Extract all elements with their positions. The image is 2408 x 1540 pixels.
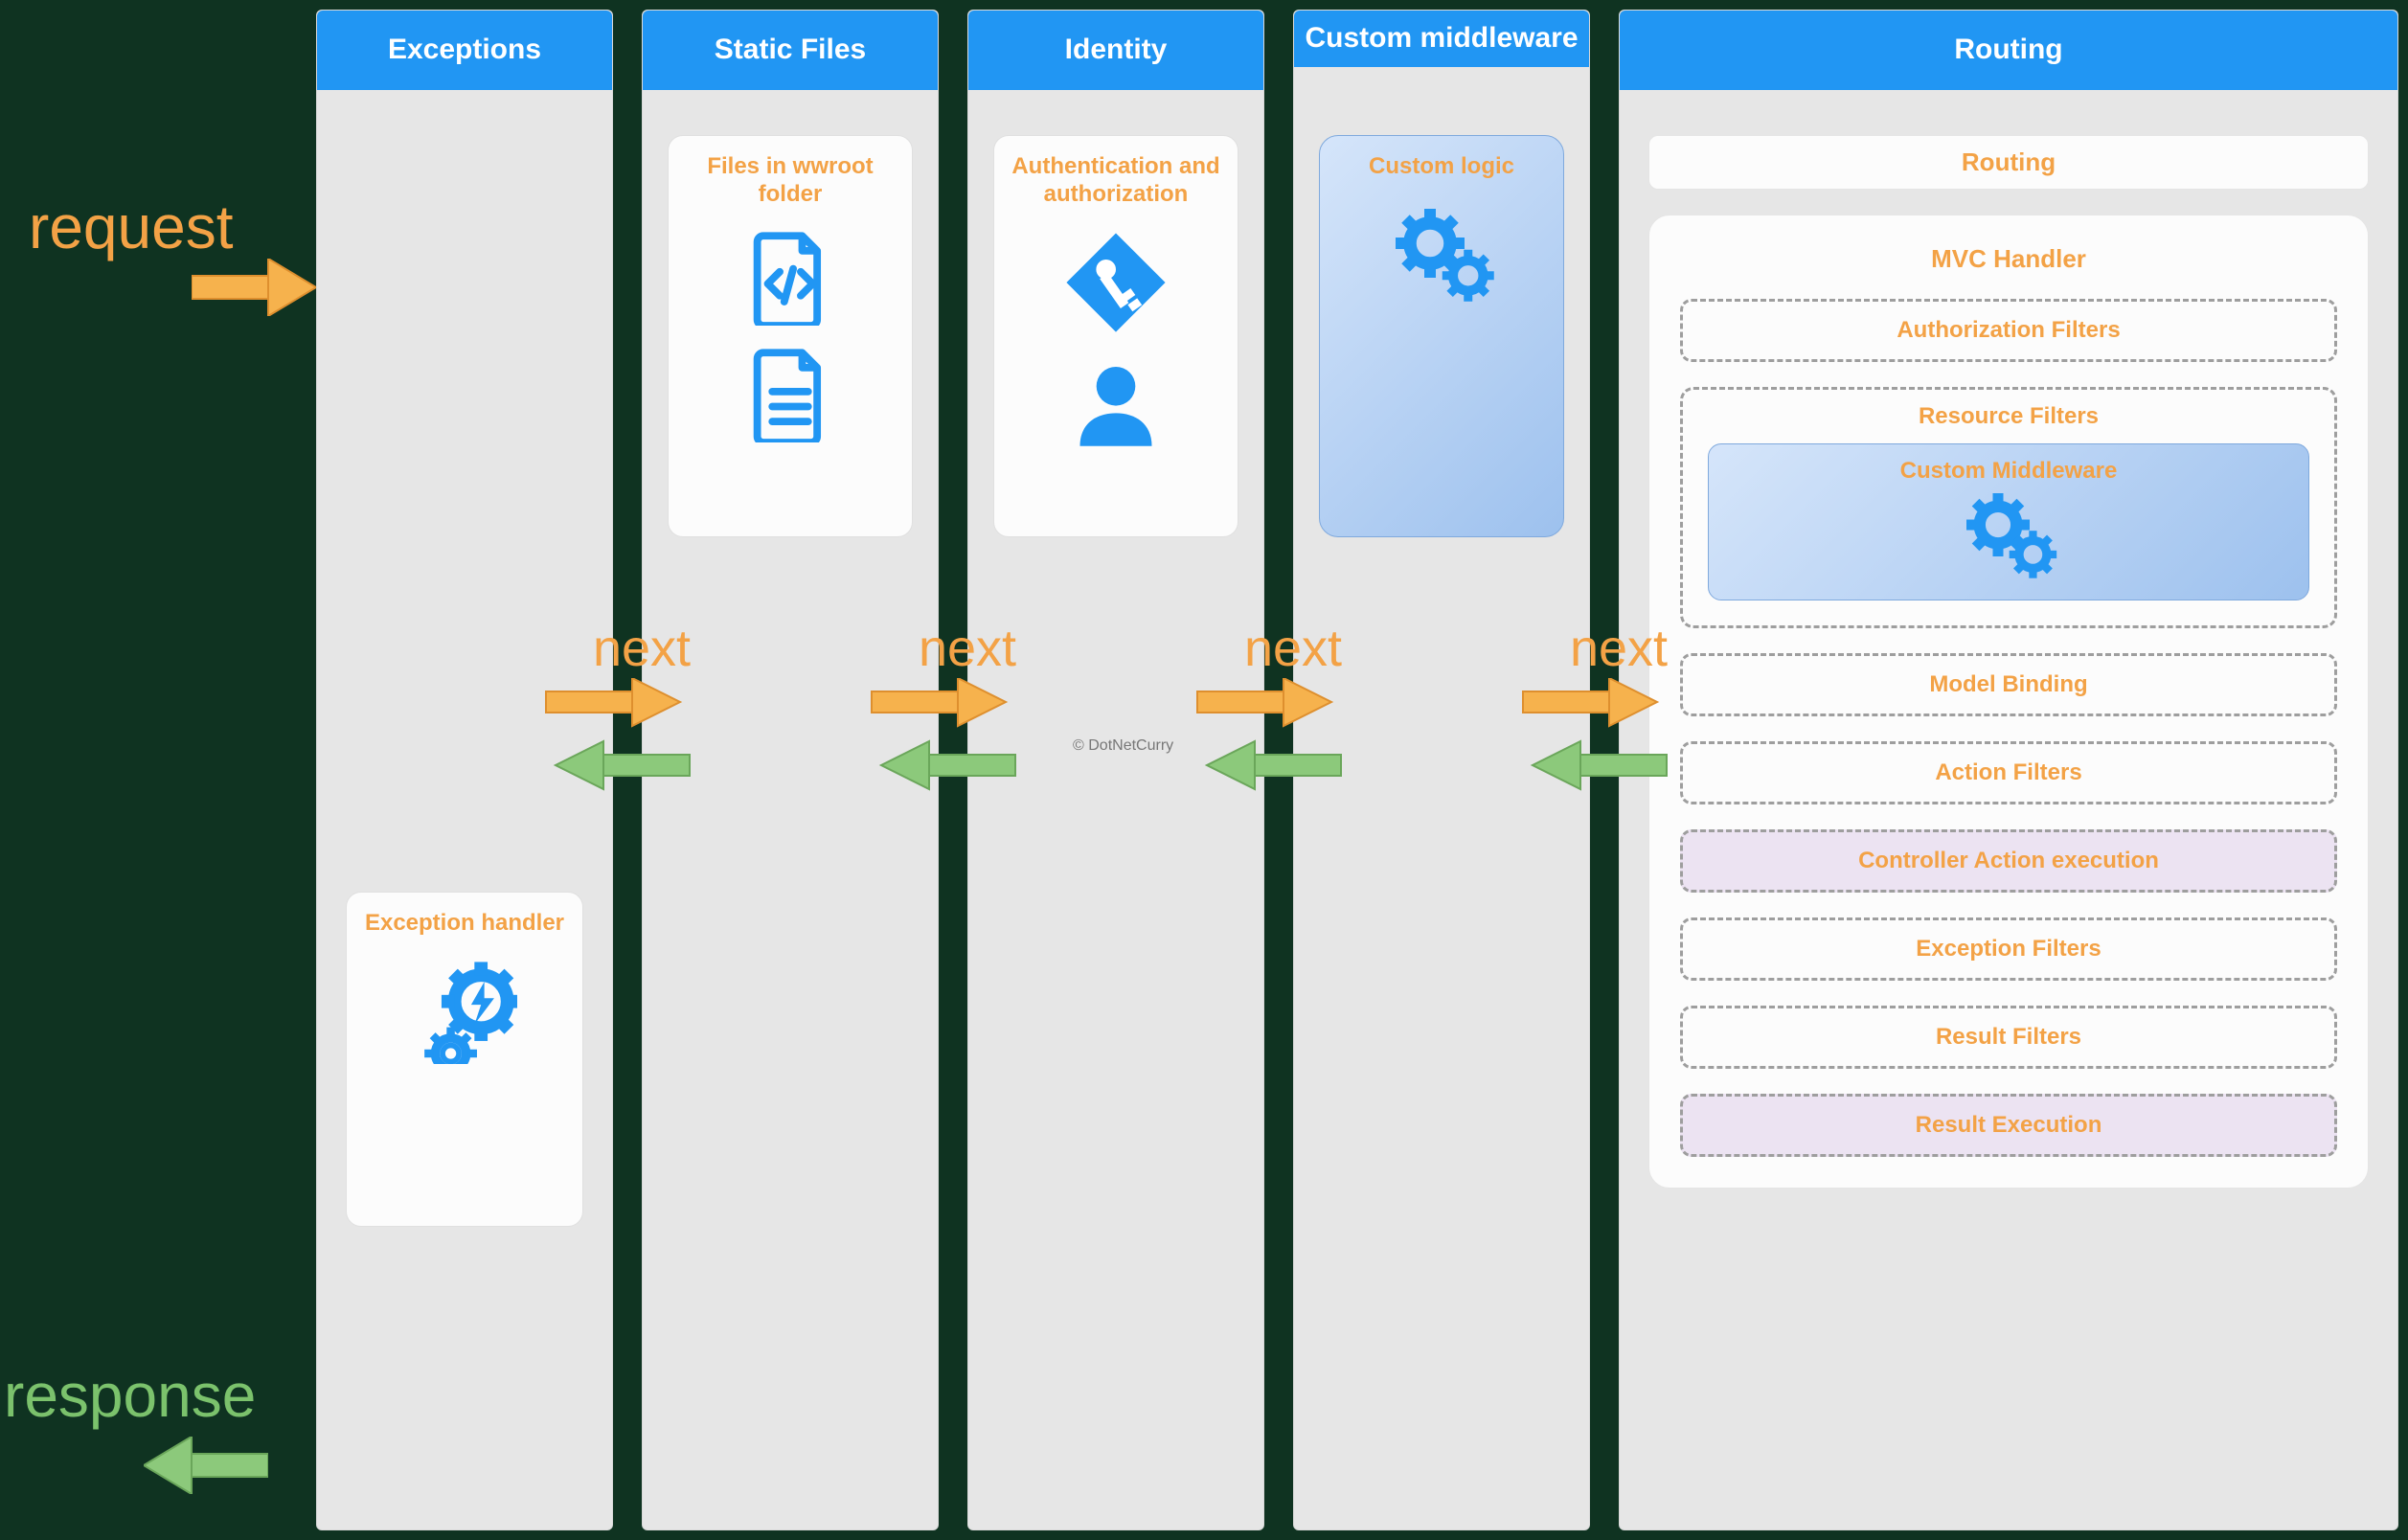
authorization-filters-box: Authorization Filters [1680, 299, 2337, 362]
response-arrow-icon [144, 1437, 268, 1494]
connector-arrows-icon [1513, 678, 1676, 793]
identity-card: Authentication and authorization [993, 135, 1238, 537]
static-files-card: Files in wwroot folder [668, 135, 913, 537]
exception-handler-card: Exception handler [346, 892, 583, 1227]
gears-inner-icon [1956, 492, 2061, 578]
request-arrow-icon [192, 259, 316, 316]
column-header-custom: Custom middleware [1294, 11, 1589, 67]
resource-filters-box: Resource Filters Custom Middleware [1680, 387, 2337, 628]
static-files-title: Files in wwroot folder [680, 153, 900, 209]
custom-middleware-inner-card: Custom Middleware [1708, 443, 2309, 600]
routing-top-box: Routing [1648, 135, 2369, 190]
result-filters-box: Result Filters [1680, 1006, 2337, 1069]
connector-3: next [1188, 623, 1398, 814]
mvc-handler-box: MVC Handler Authorization Filters Resour… [1648, 215, 2369, 1189]
connector-arrows-icon [862, 678, 1025, 793]
key-diamond-icon [1063, 230, 1169, 335]
response-label: response [4, 1360, 256, 1431]
model-binding-box: Model Binding [1680, 653, 2337, 716]
gears-icon [1384, 202, 1499, 307]
custom-middleware-inner-title: Custom Middleware [1726, 458, 2291, 485]
code-file-icon [742, 230, 838, 326]
result-execution-box: Result Execution [1680, 1094, 2337, 1157]
column-header-routing: Routing [1620, 11, 2397, 90]
request-label: request [29, 192, 233, 262]
connector-2-label: next [862, 623, 1073, 674]
connector-2: next [862, 623, 1073, 814]
column-routing: Routing Routing MVC Handler Authorizatio… [1619, 10, 2398, 1530]
connector-4-label: next [1513, 623, 1724, 674]
exception-filters-box: Exception Filters [1680, 917, 2337, 981]
connector-1-label: next [536, 623, 747, 674]
exception-gear-icon [412, 959, 517, 1064]
resource-filters-label: Resource Filters [1708, 403, 2309, 430]
connector-arrows-icon [536, 678, 699, 793]
exception-handler-title: Exception handler [358, 910, 571, 938]
watermark: © DotNetCurry [1073, 737, 1173, 755]
column-header-identity: Identity [968, 11, 1263, 90]
action-filters-box: Action Filters [1680, 741, 2337, 804]
custom-logic-title: Custom logic [1331, 153, 1552, 181]
column-header-static: Static Files [643, 11, 938, 90]
mvc-handler-title: MVC Handler [1680, 244, 2337, 274]
connector-1: next [536, 623, 747, 814]
routing-inner: Routing MVC Handler Authorization Filter… [1648, 135, 2369, 1501]
controller-action-box: Controller Action execution [1680, 829, 2337, 893]
column-header-exceptions: Exceptions [317, 11, 612, 90]
connector-4: next [1513, 623, 1724, 814]
document-file-icon [742, 347, 838, 442]
user-icon [1068, 356, 1164, 452]
identity-title: Authentication and authorization [1006, 153, 1226, 209]
custom-logic-card: Custom logic [1319, 135, 1564, 537]
connector-arrows-icon [1188, 678, 1351, 793]
connector-3-label: next [1188, 623, 1398, 674]
